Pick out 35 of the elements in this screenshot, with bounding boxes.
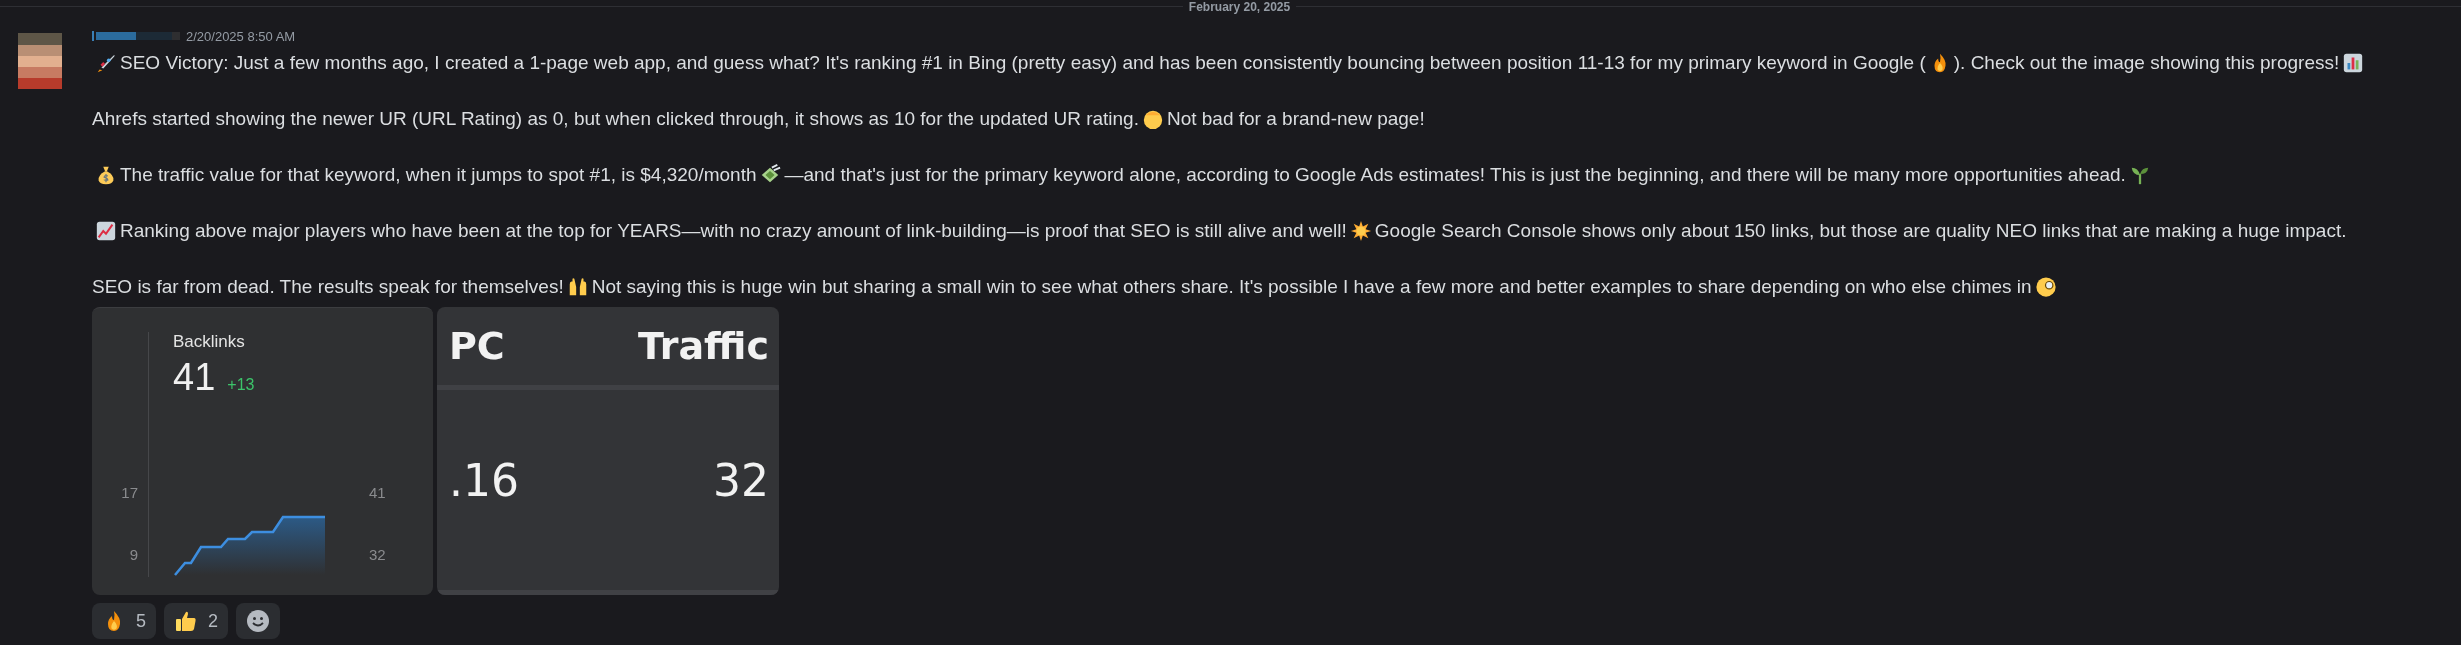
sun-icon [1349,220,1372,242]
metric-title: Backlinks [173,332,246,352]
thumbs-up-icon [174,609,198,633]
table-cell: 32 [713,454,769,506]
axis-label: 41 [369,484,387,501]
axis-label: 17 [121,484,138,501]
metrics-screenshot[interactable]: PC Traffic .16 32 [437,307,779,595]
table-cell: .16 [449,454,519,506]
message-text: Google Search Console shows only about 150 links, but those are quality NEO links that are making a huge impact. [1374,220,2347,241]
message-text: Ranking above major players who have been at the top for YEARS—with no crazy amount of link-building—is proof that SEO is still alive and well! [120,220,1347,241]
reaction-button[interactable]: 5 [92,603,156,639]
message-text: Ahrefs started showing the newer UR (URL Rating) as 0, but when clicked through, it shows as 10 for the updated UR rating. [92,108,1139,129]
message-text: Not saying this is huge win but sharing a small win to see what others share. It's possible I have a few more and better examples to share depending on who else chimes in [591,276,2032,297]
timestamp: 2/20/2025 8:50 AM [186,28,296,44]
chart-up-icon [95,220,117,242]
message-text: Not bad for a brand-new page! [1166,108,1425,129]
message-text: SEO Victory: Just a few months ago, I created a 1-page web app, and guess what? It's ranking #1 in Bing (pretty easy) and has been consistently bouncing between position 11-13 for my primary keyword in Google ( [120,52,1926,73]
metric-value: 41 [173,356,216,399]
column-header: PC [449,324,505,368]
monocle-face-icon [2034,276,2057,298]
face-icon [1141,108,1164,130]
reaction-button[interactable]: 2 [164,603,229,639]
axis-label: 32 [369,546,387,563]
column-header: Traffic [637,324,769,368]
add-reaction-button[interactable] [236,603,281,639]
message-text: The traffic value for that keyword, when it jumps to spot #1, is $4,320/month [120,164,757,185]
axis-label: 9 [129,546,138,563]
backlinks-screenshot[interactable]: 17 9 Backlinks 41 +13 41 32 [92,307,433,595]
message-text: —and that's just for the primary keyword alone, according to Google Ads estimates! This is just the beginning, and there will be many more opportunities ahead. [784,164,2126,185]
smiley-icon [246,609,271,633]
metric-change: +13 [227,376,255,394]
message-text: SEO is far from dead. The results speak for themselves! [92,276,564,297]
bar-chart-icon [2342,52,2365,74]
avatar [18,33,62,89]
message-text: ). Check out the image showing this progress! [1953,52,2340,73]
